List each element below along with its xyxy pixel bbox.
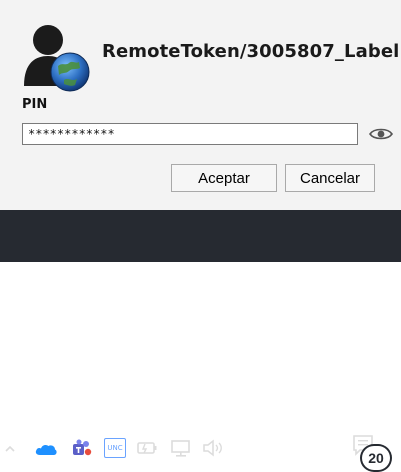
chevron-up-icon[interactable] [4, 443, 16, 455]
teams-icon[interactable] [70, 438, 92, 458]
notification-count-badge: 20 [362, 446, 390, 470]
dialog-title: RemoteToken/3005807_Label [102, 41, 400, 62]
accept-button[interactable]: Aceptar [171, 164, 277, 192]
clock-mask-bottom [240, 450, 344, 472]
pin-input[interactable]: ************ [22, 123, 358, 145]
speaker-icon[interactable] [202, 439, 228, 457]
user-globe-icon [24, 25, 90, 92]
pin-label: PIN [22, 97, 48, 112]
taskbar: UNC 20 [0, 210, 401, 472]
clock-mask-top [260, 429, 320, 449]
network-icon[interactable] [170, 439, 192, 457]
unc-icon[interactable]: UNC [104, 438, 126, 458]
cancel-button[interactable]: Cancelar [285, 164, 375, 192]
eye-icon[interactable] [369, 126, 393, 142]
pin-dialog: RemoteToken/3005807_Label PIN **********… [0, 0, 401, 210]
onedrive-cloud-icon[interactable] [34, 442, 58, 456]
battery-icon[interactable] [136, 440, 158, 456]
